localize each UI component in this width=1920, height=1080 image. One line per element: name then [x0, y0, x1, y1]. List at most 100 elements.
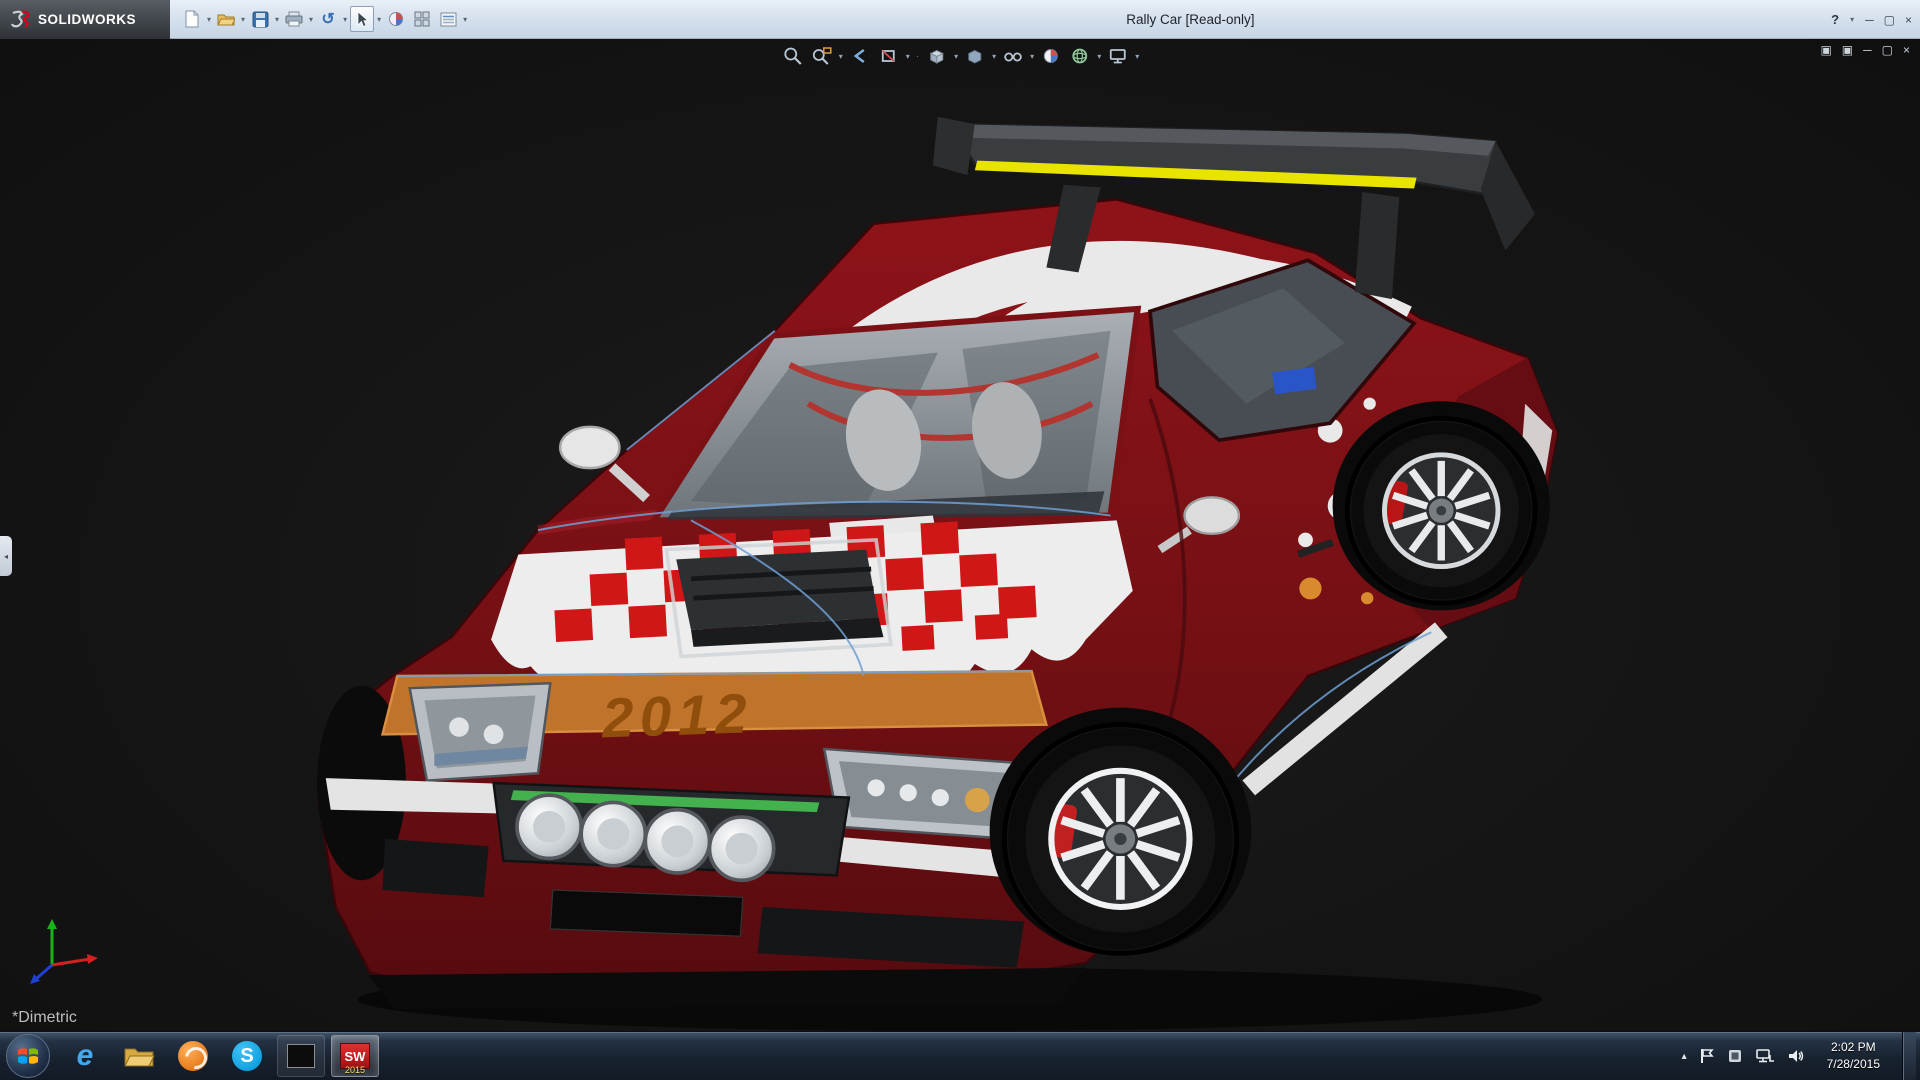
title-bar: SOLIDWORKS ▾ ▾ ▾ ▾ [0, 0, 1920, 39]
taskbar-internet-explorer[interactable]: e [61, 1035, 109, 1077]
view-orientation-button[interactable] [924, 44, 950, 68]
scene-dropdown-caret[interactable]: ▾ [1096, 52, 1102, 61]
close-window-button[interactable]: × [1905, 13, 1912, 27]
options-button[interactable] [436, 6, 460, 32]
orientation-dropdown-caret[interactable]: ▾ [953, 52, 959, 61]
tray-clock[interactable]: 2:02 PM 7/28/2015 [1817, 1039, 1890, 1074]
view-settings-button[interactable] [1105, 44, 1131, 68]
left-headlight[interactable] [410, 683, 551, 780]
clock-date: 7/28/2015 [1827, 1056, 1880, 1073]
license-plate[interactable] [550, 890, 742, 936]
help-dropdown-caret[interactable]: ▾ [1849, 15, 1855, 24]
zoom-to-area-icon [811, 45, 833, 67]
view-settings-dropdown-caret[interactable]: ▾ [1134, 52, 1140, 61]
collapse-arrow-icon: ◂ [4, 552, 8, 561]
view-orientation-label: *Dimetric [12, 1009, 77, 1027]
network-icon[interactable] [1755, 1047, 1775, 1065]
heads-up-view-toolbar: ▾ ▾ · ▾ ▾ [780, 42, 1140, 70]
open-folder-icon [217, 11, 235, 27]
view-settings-monitor-icon [1107, 45, 1129, 67]
open-dropdown-caret[interactable]: ▾ [240, 15, 246, 24]
maximize-window-button[interactable]: ▢ [1884, 13, 1895, 27]
taskbar-media-player[interactable] [169, 1035, 217, 1077]
solidworks-logo-icon [10, 9, 32, 29]
collapsed-panel-tab[interactable]: ◂ [0, 536, 12, 576]
taskbar-command-prompt[interactable] [277, 1035, 325, 1077]
rear-wheel[interactable] [1347, 418, 1535, 603]
start-button[interactable] [6, 1034, 50, 1078]
help-button[interactable]: ? [1831, 12, 1839, 27]
view-orientation-cube-icon [926, 45, 948, 67]
print-button[interactable] [282, 6, 306, 32]
cascade-windows-button[interactable]: ▣ [1842, 43, 1853, 57]
grid-icon [414, 11, 430, 27]
previous-view-icon [849, 45, 871, 67]
rally-car-model[interactable]: 2012 [0, 39, 1920, 1031]
command-prompt-icon [287, 1044, 315, 1068]
action-center-flag-icon[interactable] [1699, 1047, 1715, 1065]
windows-taskbar: e S SW 2015 ▴ [0, 1031, 1920, 1080]
minimize-document-button[interactable]: ─ [1863, 43, 1872, 57]
new-dropdown-caret[interactable]: ▾ [206, 15, 212, 24]
folder-icon [123, 1043, 155, 1069]
print-dropdown-caret[interactable]: ▾ [308, 15, 314, 24]
restore-document-button[interactable]: ▢ [1882, 43, 1893, 57]
solidworks-version-badge: 2015 [345, 1065, 365, 1075]
taskbar-skype[interactable]: S [223, 1035, 271, 1077]
apply-scene-globe-icon [1069, 45, 1091, 67]
triad-y-axis [47, 919, 57, 929]
new-window-button[interactable]: ▣ [1820, 43, 1831, 57]
triad-x-axis [87, 954, 98, 964]
options-dropdown-caret[interactable]: ▾ [462, 15, 468, 24]
taskbar-solidworks[interactable]: SW 2015 [331, 1035, 379, 1077]
zoom-to-area-button[interactable] [809, 44, 835, 68]
document-window-controls: ▣ ▣ ─ ▢ × [1820, 43, 1910, 57]
skype-letter: S [240, 1045, 253, 1068]
graphics-area[interactable]: 2012 [0, 39, 1920, 1031]
select-button[interactable] [350, 6, 374, 32]
solidworks-logo: SOLIDWORKS [0, 0, 170, 39]
apply-scene-button[interactable] [1067, 44, 1093, 68]
zoom-to-fit-button[interactable] [780, 44, 806, 68]
zoom-to-fit-icon [782, 45, 804, 67]
tray-app-icon[interactable] [1727, 1048, 1743, 1064]
media-player-icon [178, 1041, 208, 1071]
edit-appearance-button[interactable] [384, 6, 408, 32]
show-desktop-button[interactable] [1902, 1032, 1916, 1080]
show-hidden-icons-button[interactable]: ▴ [1682, 1051, 1687, 1062]
undo-dropdown-caret[interactable]: ▾ [342, 15, 348, 24]
display-style-dropdown-caret[interactable]: ▾ [991, 52, 997, 61]
front-wheel[interactable] [1004, 725, 1236, 954]
undo-icon: ↺ [321, 9, 334, 29]
system-tray: ▴ 2:02 PM 7/28/2015 [1682, 1032, 1920, 1080]
section-view-button[interactable] [876, 44, 902, 68]
edit-appearance-ball-icon [1040, 45, 1062, 67]
save-floppy-icon [252, 11, 269, 28]
save-dropdown-caret[interactable]: ▾ [274, 15, 280, 24]
new-document-button[interactable] [180, 6, 204, 32]
windows-flag-icon [15, 1043, 41, 1069]
edit-appearance-hud-button[interactable] [1038, 44, 1064, 68]
select-arrow-icon [355, 11, 369, 28]
close-document-button[interactable]: × [1903, 43, 1910, 57]
select-dropdown-caret[interactable]: ▾ [376, 15, 382, 24]
display-style-button[interactable] [962, 44, 988, 68]
hud-separator: · [914, 51, 921, 62]
undo-button[interactable]: ↺ [316, 6, 340, 32]
hide-show-dropdown-caret[interactable]: ▾ [1029, 52, 1035, 61]
open-button[interactable] [214, 6, 238, 32]
hide-show-items-button[interactable] [1000, 44, 1026, 68]
skype-icon: S [232, 1041, 262, 1071]
brand-text: SOLIDWORKS [38, 12, 136, 27]
minimize-window-button[interactable]: ─ [1865, 13, 1874, 27]
clock-time: 2:02 PM [1827, 1039, 1880, 1056]
section-dropdown-caret[interactable]: ▾ [905, 52, 911, 61]
previous-view-button[interactable] [847, 44, 873, 68]
volume-icon[interactable] [1787, 1048, 1805, 1064]
file-properties-button[interactable] [410, 6, 434, 32]
save-button[interactable] [248, 6, 272, 32]
internet-explorer-icon: e [77, 1041, 94, 1071]
taskbar-windows-explorer[interactable] [115, 1035, 163, 1077]
new-document-icon [184, 10, 200, 28]
zoom-dropdown-caret[interactable]: ▾ [838, 52, 844, 61]
